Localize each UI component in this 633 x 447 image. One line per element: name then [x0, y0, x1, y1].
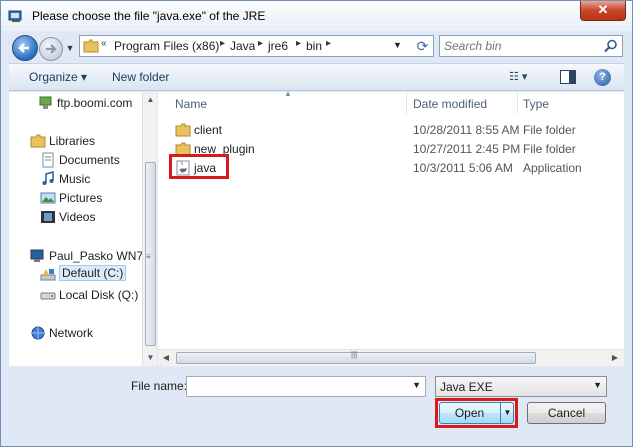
drive-c-icon [40, 269, 56, 281]
file-open-dialog: Please choose the file "java.exe" of the… [0, 0, 633, 447]
breadcrumb-program-files[interactable]: Program Files (x86) [114, 39, 219, 53]
forward-arrow-icon [46, 44, 57, 54]
search-box[interactable] [439, 35, 623, 57]
preview-pane-icon[interactable] [560, 70, 576, 84]
column-divider[interactable] [517, 92, 518, 114]
music-icon [42, 171, 54, 185]
chevron-right-icon[interactable]: ▸ [296, 38, 301, 49]
scroll-grip-icon: ||| [351, 350, 358, 359]
breadcrumb-bin[interactable]: bin [306, 39, 322, 53]
file-type-filter-value: Java EXE [440, 380, 493, 394]
file-horizontal-scrollbar[interactable]: ◀ ||| ▶ [158, 349, 624, 366]
file-type-filter[interactable]: Java EXE ▼ [435, 376, 607, 397]
chevron-down-icon: ▼ [593, 380, 602, 390]
open-button[interactable]: Open ▼ [439, 402, 514, 424]
videos-icon [41, 211, 55, 223]
breadcrumb-jre6[interactable]: jre6 [268, 39, 288, 53]
close-button[interactable]: ✕ [580, 1, 626, 21]
open-button-label: Open [454, 406, 485, 420]
forward-button[interactable] [39, 37, 63, 61]
column-header-type[interactable]: Type [523, 97, 549, 111]
libraries-icon [30, 134, 46, 148]
nav-vertical-scrollbar[interactable]: ▲ ≡ ▼ [142, 92, 157, 366]
chevron-down-icon[interactable]: ▼ [412, 380, 421, 390]
network-drive-icon [39, 96, 52, 109]
close-icon: ✕ [597, 2, 609, 17]
scroll-grip-icon: ≡ [146, 252, 151, 261]
file-name-label: File name: [131, 379, 188, 393]
folder-icon [175, 123, 191, 137]
breadcrumb-overflow[interactable]: « [101, 38, 107, 49]
sort-ascending-icon: ▲ [284, 89, 292, 98]
file-name: new_plugin [194, 142, 255, 156]
new-folder-button[interactable]: New folder [112, 70, 169, 84]
pictures-icon [40, 192, 56, 204]
file-list-pane: ▲ Name Date modified Type client 10/28/2… [158, 89, 624, 366]
app-icon [8, 10, 22, 22]
file-type: Application [523, 161, 582, 175]
navigation-pane: ftp.boomi.com Libraries Documents Music … [9, 92, 158, 366]
recent-locations-dropdown-icon[interactable]: ▼ [64, 42, 76, 54]
split-divider [500, 403, 501, 423]
documents-icon [42, 152, 54, 168]
search-icon[interactable] [604, 39, 618, 53]
file-date: 10/27/2011 2:45 PM [413, 142, 521, 156]
chevron-right-icon[interactable]: ▸ [220, 38, 225, 49]
scroll-up-icon[interactable]: ▲ [143, 92, 158, 108]
cancel-button-label: Cancel [547, 406, 586, 420]
file-date: 10/3/2011 5:06 AM [413, 161, 513, 175]
computer-icon [30, 249, 44, 262]
network-icon [31, 326, 45, 340]
refresh-icon[interactable]: ⟳ [413, 37, 432, 55]
folder-icon [175, 142, 191, 156]
scroll-down-icon[interactable]: ▼ [143, 350, 158, 366]
back-arrow-icon [18, 43, 29, 53]
back-button[interactable] [12, 35, 38, 61]
file-type: File folder [523, 123, 576, 137]
file-name: client [194, 123, 223, 137]
title-bar: Please choose the file "java.exe" of the… [1, 1, 632, 31]
address-dropdown-icon[interactable]: ▼ [393, 40, 402, 50]
file-row-client[interactable]: client 10/28/2011 8:55 AM File folder [158, 120, 624, 140]
chevron-right-icon[interactable]: ▸ [326, 38, 331, 49]
cancel-button[interactable]: Cancel [527, 402, 606, 424]
scroll-left-icon[interactable]: ◀ [158, 350, 174, 366]
window-title: Please choose the file "java.exe" of the… [32, 9, 266, 23]
command-toolbar: Organize ▾ New folder ☷ ▾ ? [9, 63, 624, 91]
search-input[interactable] [442, 38, 602, 54]
file-date: 10/28/2011 8:55 AM [413, 123, 520, 137]
file-row-new-plugin[interactable]: new_plugin 10/27/2011 2:45 PM File folde… [158, 139, 624, 159]
address-bar[interactable]: « Program Files (x86) ▸ Java ▸ jre6 ▸ bi… [79, 35, 434, 57]
organize-button[interactable]: Organize ▾ [29, 70, 87, 84]
file-row-java[interactable]: java 10/3/2011 5:06 AM Application [158, 158, 624, 178]
drive-q-icon [40, 292, 56, 300]
column-divider[interactable] [406, 92, 407, 114]
scroll-right-icon[interactable]: ▶ [607, 350, 623, 366]
breadcrumb-java[interactable]: Java [230, 39, 255, 53]
column-header-date[interactable]: Date modified [413, 97, 487, 111]
view-options-icon[interactable]: ☷ ▾ [509, 70, 527, 83]
column-header-name[interactable]: Name [175, 97, 207, 111]
help-icon[interactable]: ? [594, 69, 611, 86]
file-name: java [194, 161, 217, 175]
file-type: File folder [523, 142, 576, 156]
folder-icon [83, 39, 99, 53]
java-exe-icon [176, 160, 190, 176]
chevron-right-icon[interactable]: ▸ [258, 38, 263, 49]
open-options-dropdown-icon[interactable]: ▼ [502, 403, 513, 423]
file-name-field[interactable]: ▼ [186, 376, 426, 397]
